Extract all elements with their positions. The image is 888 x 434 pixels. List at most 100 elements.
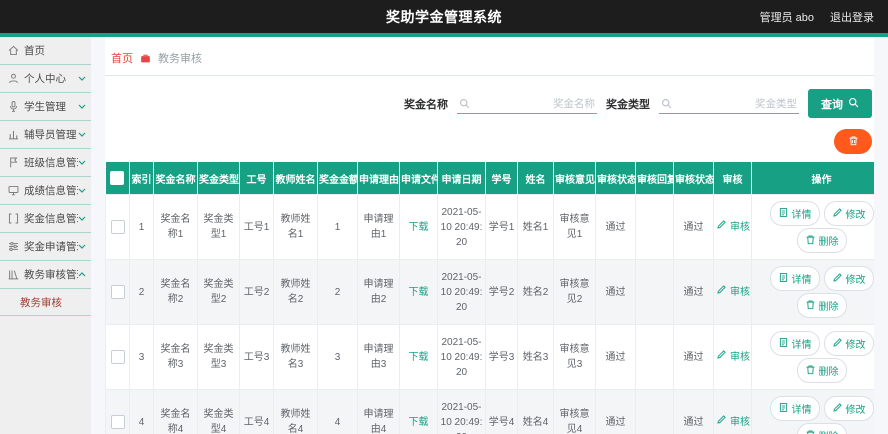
cell-teacher-name: 教师姓名3 <box>273 324 318 390</box>
row-checkbox[interactable] <box>110 219 125 234</box>
column-header: 工号 <box>239 162 274 195</box>
download-link[interactable]: 下载 <box>409 287 429 298</box>
main-area: 首页 教务审核 奖金名称 奖金类型 <box>91 37 888 434</box>
cell-apply-file: 下载 <box>399 259 438 325</box>
row-checkbox[interactable] <box>110 414 125 429</box>
select-all-checkbox[interactable] <box>110 171 125 185</box>
detail-button[interactable]: 详情 <box>769 201 820 226</box>
cell-bonus-type: 奖金类型4 <box>197 389 240 434</box>
home-icon <box>7 44 20 57</box>
trash-icon <box>805 299 816 313</box>
row-checkbox[interactable] <box>110 284 125 299</box>
pencil-icon <box>832 272 843 286</box>
pencil-icon <box>832 207 843 221</box>
cell-teacher-name: 教师姓名1 <box>273 194 318 260</box>
review-link[interactable]: 审核 <box>716 284 750 300</box>
chevron-down-icon <box>78 244 86 249</box>
column-header: 学号 <box>485 162 518 195</box>
edit-button[interactable]: 修改 <box>823 201 874 226</box>
current-user-link[interactable]: 管理员 abo <box>760 9 814 25</box>
search-icon <box>459 98 470 109</box>
edit-button[interactable]: 修改 <box>823 331 874 356</box>
doc-icon <box>778 272 789 286</box>
table-row: 3 奖金名称3 奖金类型3 工号3 教师姓名3 3 申请理由3 下载 2021-05-10 20… <box>105 324 874 390</box>
logout-link[interactable]: 退出登录 <box>830 9 874 25</box>
review-table: 索引 奖金名称 奖金类型 工号 教师姓名 奖金金额 申请理由 申请文件 申请日期 学号 姓名 审核意见… <box>105 162 874 434</box>
bulk-action-row <box>105 122 874 162</box>
cell-review-reply <box>635 324 674 390</box>
detail-button[interactable]: 详情 <box>769 396 820 421</box>
sidebar-item-1[interactable]: 个人中心 <box>0 65 91 93</box>
query-button-label: 查询 <box>821 98 843 111</box>
doc-icon <box>778 337 789 351</box>
download-link[interactable]: 下载 <box>409 417 429 428</box>
sidebar-item-5[interactable]: 成绩信息管理 <box>0 177 91 205</box>
select-all-header <box>105 162 130 195</box>
query-button[interactable]: 查询 <box>808 89 872 118</box>
review-link[interactable]: 审核 <box>716 349 750 365</box>
bonus-name-input[interactable] <box>474 97 595 110</box>
sidebar-subitem-active[interactable]: 教务审核 <box>0 289 91 316</box>
chevron-down-icon <box>78 216 86 221</box>
sidebar-item-label: 学生管理 <box>24 101 66 113</box>
sidebar-item-4[interactable]: 班级信息管理 <box>0 149 91 177</box>
chevron-up-icon <box>78 272 86 277</box>
search-field-label: 奖金名称 <box>404 98 448 111</box>
cell-bonus-name: 奖金名称1 <box>153 194 198 260</box>
doc-icon <box>778 402 789 416</box>
breadcrumb-home-link[interactable]: 首页 <box>111 50 133 66</box>
cell-review: 审核 <box>713 324 752 390</box>
cell-apply-date: 2021-05-10 20:49:20 <box>437 324 486 390</box>
detail-button[interactable]: 详情 <box>769 266 820 291</box>
delete-button[interactable]: 删除 <box>796 423 847 434</box>
cell-bonus-type: 奖金类型1 <box>197 194 240 260</box>
sidebar-item-3[interactable]: 辅导员管理 <box>0 121 91 149</box>
search-input-wrap <box>659 94 799 114</box>
sidebar-item-6[interactable]: 奖金信息管理 <box>0 205 91 233</box>
row-select-cell <box>105 389 130 434</box>
sidebar-item-8[interactable]: 教务审核管理 <box>0 261 91 289</box>
row-checkbox[interactable] <box>110 349 125 364</box>
bonus-type-input[interactable] <box>676 97 797 110</box>
sidebar-item-7[interactable]: 奖金申请管理 <box>0 233 91 261</box>
sliders-icon <box>7 240 20 253</box>
cell-bonus-type: 奖金类型2 <box>197 259 240 325</box>
content-card: 首页 教务审核 奖金名称 奖金类型 <box>105 37 874 434</box>
breadcrumb-current: 教务审核 <box>158 53 202 65</box>
sidebar-item-0[interactable]: 首页 <box>0 37 91 65</box>
column-header: 姓名 <box>517 162 554 195</box>
cell-review-status: 通过 <box>595 259 636 325</box>
column-header: 申请文件 <box>399 162 438 195</box>
cell-apply-date: 2021-05-10 20:49:20 <box>437 259 486 325</box>
pencil-icon <box>716 284 727 300</box>
search-toolbar: 奖金名称 奖金类型 查询 <box>105 76 874 122</box>
cell-review-reply <box>635 259 674 325</box>
delete-button[interactable]: 删除 <box>796 293 847 318</box>
cell-review-status: 通过 <box>595 324 636 390</box>
cell-bonus-amount: 3 <box>317 324 358 390</box>
table-header-row: 索引 奖金名称 奖金类型 工号 教师姓名 奖金金额 申请理由 申请文件 申请日期 学号 姓名 审核意见… <box>105 162 874 195</box>
cell-review-opinion: 审核意见2 <box>553 259 596 325</box>
download-link[interactable]: 下载 <box>409 352 429 363</box>
cell-review-opinion: 审核意见1 <box>553 194 596 260</box>
cell-index: 1 <box>129 194 154 260</box>
cell-apply-date: 2021-05-10 20:49:20 <box>437 389 486 434</box>
brackets-icon <box>7 212 20 225</box>
review-link[interactable]: 审核 <box>716 219 750 235</box>
review-link[interactable]: 审核 <box>716 414 750 430</box>
chevron-down-icon <box>78 76 86 81</box>
delete-button[interactable]: 删除 <box>796 228 847 253</box>
cell-actions: 详情修改删除 <box>751 324 874 390</box>
sidebar-item-label: 辅导员管理 <box>24 129 77 141</box>
download-link[interactable]: 下载 <box>409 222 429 233</box>
delete-button[interactable]: 删除 <box>796 358 847 383</box>
column-header: 奖金金额 <box>317 162 358 195</box>
sidebar-item-label: 奖金信息管理 <box>24 213 78 225</box>
edit-button[interactable]: 修改 <box>823 396 874 421</box>
detail-button[interactable]: 详情 <box>769 331 820 356</box>
cell-review-status-2: 通过 <box>673 194 714 260</box>
cell-student-name: 姓名2 <box>517 259 554 325</box>
edit-button[interactable]: 修改 <box>823 266 874 291</box>
bulk-delete-button[interactable] <box>834 129 872 154</box>
sidebar-item-2[interactable]: 学生管理 <box>0 93 91 121</box>
